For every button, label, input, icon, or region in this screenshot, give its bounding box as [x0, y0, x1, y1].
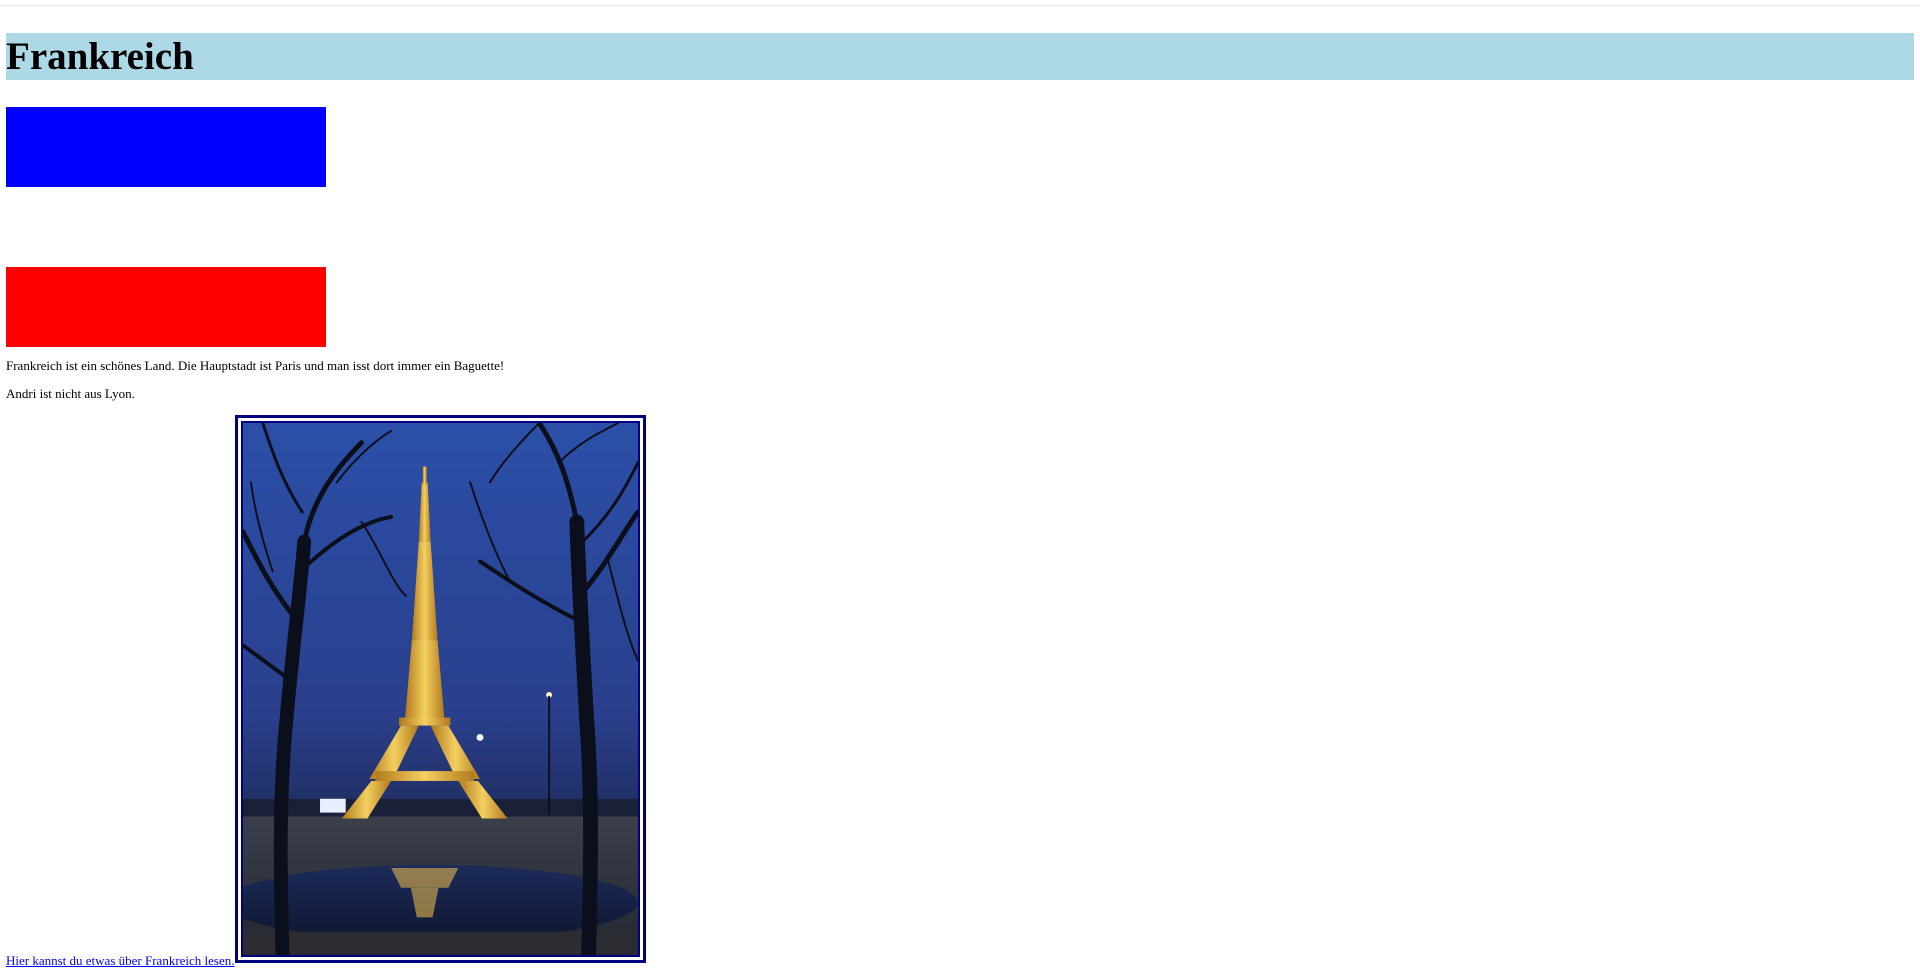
eiffel-tower-image[interactable]: [235, 415, 646, 963]
eiffel-tower-photo: [241, 421, 640, 957]
flag-blue-stripe: [6, 107, 326, 187]
page-title: Frankreich: [6, 33, 1914, 80]
second-paragraph: Andri ist nicht aus Lyon.: [6, 386, 135, 401]
browser-top-divider: [0, 5, 1920, 6]
intro-paragraph: Frankreich ist ein schönes Land. Die Hau…: [6, 358, 505, 373]
france-info-link[interactable]: Hier kannst du etwas über Frankreich les…: [6, 953, 235, 969]
flag-red-stripe: [6, 267, 326, 347]
